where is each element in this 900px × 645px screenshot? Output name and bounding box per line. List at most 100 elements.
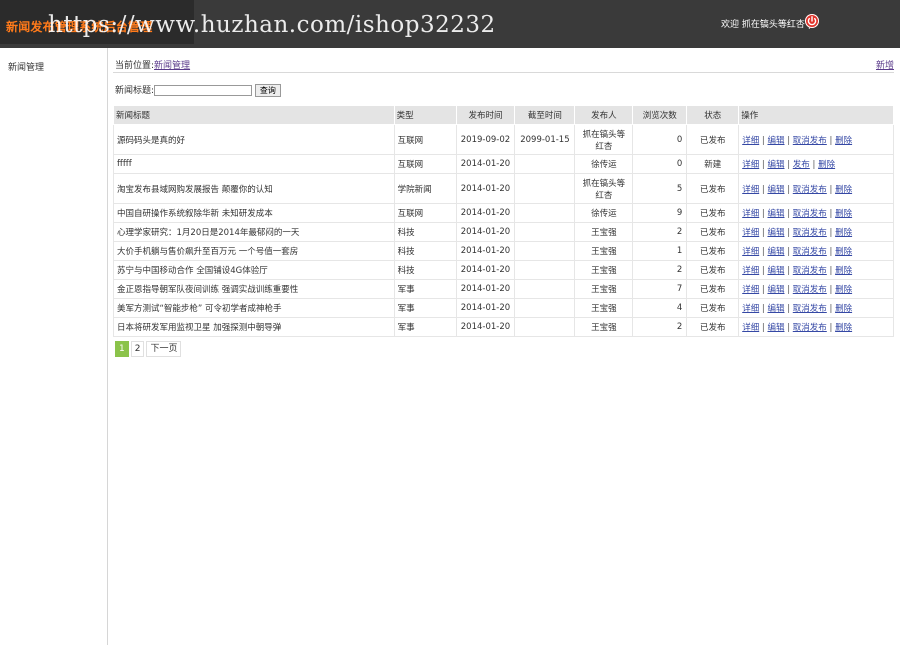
- views-cell: 2: [632, 317, 688, 337]
- action-separator: |: [826, 228, 836, 238]
- table-row: 大价手机躺与售价飙升至百万元 一个号值一套房 科技 2014-01-20 王宝强 1 已发…: [113, 241, 894, 261]
- action-link[interactable]: 编辑: [767, 247, 784, 257]
- author-cell: 徐传运: [574, 203, 634, 223]
- action-separator: |: [784, 304, 793, 314]
- action-link[interactable]: 编辑: [767, 304, 784, 314]
- action-link[interactable]: 取消发布: [793, 209, 827, 219]
- action-link[interactable]: 删除: [818, 160, 835, 170]
- action-separator: |: [826, 184, 836, 195]
- column-header-author: 发布人: [574, 105, 634, 125]
- action-link[interactable]: 取消发布: [793, 323, 827, 333]
- add-news-link[interactable]: 新增: [876, 58, 894, 71]
- author-cell: 王宝强: [574, 241, 634, 261]
- divider: [113, 72, 894, 73]
- action-link[interactable]: 详细: [742, 228, 759, 238]
- deadline-cell: [514, 154, 576, 174]
- table-row: 淘宝发布县域网购发展报告 颠覆你的认知 学院新闻 2014-01-20 抓在镐头等红杏…: [113, 173, 894, 204]
- breadcrumb-link[interactable]: 新闻管理: [154, 61, 190, 71]
- publish-time-cell: 2014-01-20: [455, 298, 516, 318]
- action-link[interactable]: 详细: [742, 136, 759, 146]
- views-cell: 5: [632, 173, 688, 204]
- author-cell: 王宝强: [574, 279, 634, 299]
- power-icon[interactable]: [805, 14, 819, 28]
- action-link[interactable]: 详细: [742, 160, 759, 170]
- action-link[interactable]: 编辑: [767, 185, 784, 195]
- action-separator: |: [784, 228, 793, 238]
- column-header-deadline: 截至时间: [514, 105, 576, 125]
- author-cell: 王宝强: [574, 317, 634, 337]
- action-link[interactable]: 删除: [835, 285, 852, 295]
- action-link[interactable]: 删除: [835, 185, 852, 195]
- action-link[interactable]: 编辑: [767, 160, 784, 170]
- action-separator: |: [826, 304, 836, 314]
- action-link[interactable]: 删除: [835, 209, 852, 219]
- action-link[interactable]: 取消发布: [793, 266, 827, 276]
- action-link[interactable]: 详细: [742, 185, 759, 195]
- action-separator: |: [784, 323, 793, 333]
- action-separator: |: [784, 266, 793, 276]
- action-link[interactable]: 取消发布: [793, 285, 827, 295]
- action-link[interactable]: 编辑: [767, 209, 784, 219]
- action-link[interactable]: 取消发布: [793, 247, 827, 257]
- action-link[interactable]: 删除: [835, 304, 852, 314]
- action-link[interactable]: 取消发布: [793, 304, 827, 314]
- action-separator: |: [784, 247, 793, 257]
- action-link[interactable]: 删除: [835, 323, 852, 333]
- author-cell: 王宝强: [574, 222, 634, 242]
- actions-cell: 详细 | 编辑 | 发布 | 删除: [738, 154, 894, 174]
- author-cell: 抓在镐头等红杏: [574, 173, 634, 204]
- action-link[interactable]: 取消发布: [793, 228, 827, 238]
- action-link[interactable]: 编辑: [767, 285, 784, 295]
- status-cell: 已发布: [686, 260, 740, 280]
- page-2-button[interactable]: 2: [130, 341, 145, 357]
- action-link[interactable]: 取消发布: [793, 136, 827, 146]
- deadline-cell: [514, 241, 576, 261]
- action-link[interactable]: 详细: [742, 285, 759, 295]
- action-link[interactable]: 删除: [835, 247, 852, 257]
- action-link[interactable]: 编辑: [767, 136, 784, 146]
- views-cell: 7: [632, 279, 688, 299]
- action-link[interactable]: 编辑: [767, 266, 784, 276]
- action-link[interactable]: 删除: [835, 266, 852, 276]
- table-row: 苏宁与中国移动合作 全国铺设4G体验厅 科技 2014-01-20 王宝强 2 已发布 详细…: [113, 260, 894, 280]
- action-link[interactable]: 详细: [742, 209, 759, 219]
- column-header-status: 状态: [686, 105, 740, 125]
- next-page-button[interactable]: 下一页: [146, 341, 182, 357]
- action-link[interactable]: 删除: [835, 228, 852, 238]
- action-link[interactable]: 发布: [793, 160, 810, 170]
- page-1-button[interactable]: 1: [115, 341, 129, 357]
- table-header-row: 新闻标题 类型 发布时间 截至时间 发布人 浏览次数 状态 操作: [113, 105, 894, 125]
- views-cell: 0: [632, 154, 688, 174]
- action-link[interactable]: 详细: [742, 247, 759, 257]
- publish-time-cell: 2014-01-20: [455, 260, 516, 280]
- table-row: 中国自研操作系统叙除华新 未知研发成本 互联网 2014-01-20 徐传运 9 已发布详…: [113, 203, 894, 223]
- table-row: 源码码头是真的好 互联网 2019-09-02 2099-01-15 抓在镐头等红杏 0 已…: [113, 124, 894, 155]
- sidebar-item-news-management[interactable]: 新闻管理: [8, 60, 44, 73]
- action-separator: |: [784, 285, 793, 295]
- action-link[interactable]: 详细: [742, 323, 759, 333]
- action-link[interactable]: 详细: [742, 266, 759, 276]
- action-link[interactable]: 详细: [742, 304, 759, 314]
- actions-cell: 详细 | 编辑 | 取消发布 | 删除: [738, 124, 894, 155]
- deadline-cell: [514, 173, 576, 204]
- publish-time-cell: 2019-09-02: [455, 124, 516, 155]
- author-cell: 徐传运: [574, 154, 634, 174]
- news-title-cell: 苏宁与中国移动合作 全国铺设4G体验厅: [113, 260, 395, 280]
- news-type-cell: 互联网: [393, 124, 457, 155]
- pagination: 1 2 下一页: [115, 341, 183, 357]
- search-button[interactable]: 查询: [254, 84, 281, 97]
- action-link[interactable]: 删除: [835, 136, 852, 146]
- action-separator: |: [784, 184, 793, 195]
- publish-time-cell: 2014-01-20: [455, 279, 516, 299]
- news-type-cell: 科技: [393, 260, 457, 280]
- watermark-text: https://www.huzhan.com/ishop32232: [48, 12, 496, 38]
- action-link[interactable]: 编辑: [767, 323, 784, 333]
- deadline-cell: [514, 222, 576, 242]
- deadline-cell: [514, 203, 576, 223]
- publish-time-cell: 2014-01-20: [455, 317, 516, 337]
- search-input[interactable]: [154, 85, 253, 96]
- action-link[interactable]: 取消发布: [793, 185, 827, 195]
- action-link[interactable]: 编辑: [767, 228, 784, 238]
- news-title-cell: 中国自研操作系统叙除华新 未知研发成本: [113, 203, 395, 223]
- status-cell: 已发布: [686, 203, 740, 223]
